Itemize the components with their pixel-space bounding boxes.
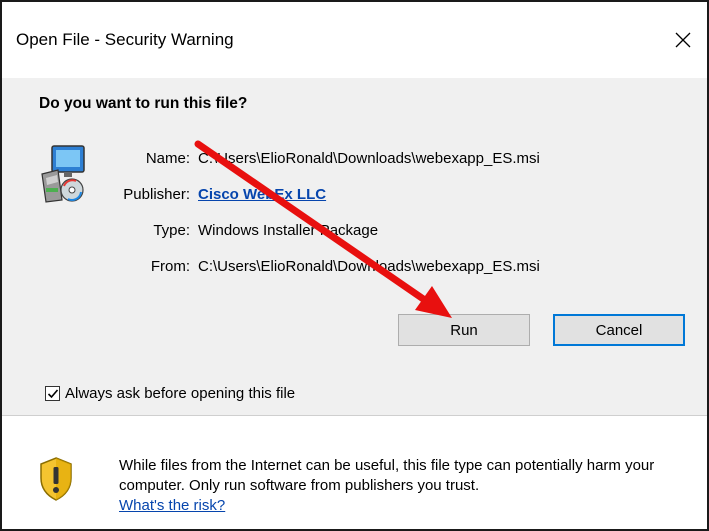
whats-the-risk-link[interactable]: What's the risk? (119, 497, 225, 514)
run-button[interactable]: Run (398, 314, 530, 346)
warning-text: While files from the Internet can be use… (119, 457, 655, 494)
security-warning-dialog: Open File - Security Warning Do you want… (0, 0, 709, 531)
from-value: C:\Users\ElioRonald\Downloads\webexapp_E… (198, 258, 540, 275)
warning-footer: While files from the Internet can be use… (2, 416, 707, 529)
name-label: Name: (145, 150, 190, 167)
warning-message: While files from the Internet can be use… (119, 456, 699, 516)
always-ask-checkbox[interactable] (45, 386, 60, 401)
question-heading: Do you want to run this file? (39, 95, 248, 112)
title-bar: Open File - Security Warning (2, 2, 707, 78)
from-label: From: (150, 258, 190, 275)
publisher-link[interactable]: Cisco WebEx LLC (198, 186, 326, 203)
close-button[interactable] (667, 24, 699, 56)
window-title: Open File - Security Warning (16, 30, 234, 49)
checkmark-icon (47, 388, 58, 398)
cancel-button[interactable]: Cancel (553, 314, 685, 346)
type-value: Windows Installer Package (198, 222, 379, 239)
publisher-label: Publisher: (123, 186, 190, 203)
always-ask-checkbox-row[interactable]: Always ask before opening this file (45, 385, 295, 402)
type-label: Type: (153, 222, 190, 239)
always-ask-label: Always ask before opening this file (65, 385, 296, 402)
name-value: C:\Users\ElioRonald\Downloads\webexapp_E… (198, 150, 540, 167)
dialog-content: Do you want to run this file? Name: C:\U… (2, 78, 707, 415)
close-icon (675, 32, 691, 48)
shield-warning-icon (40, 457, 72, 501)
